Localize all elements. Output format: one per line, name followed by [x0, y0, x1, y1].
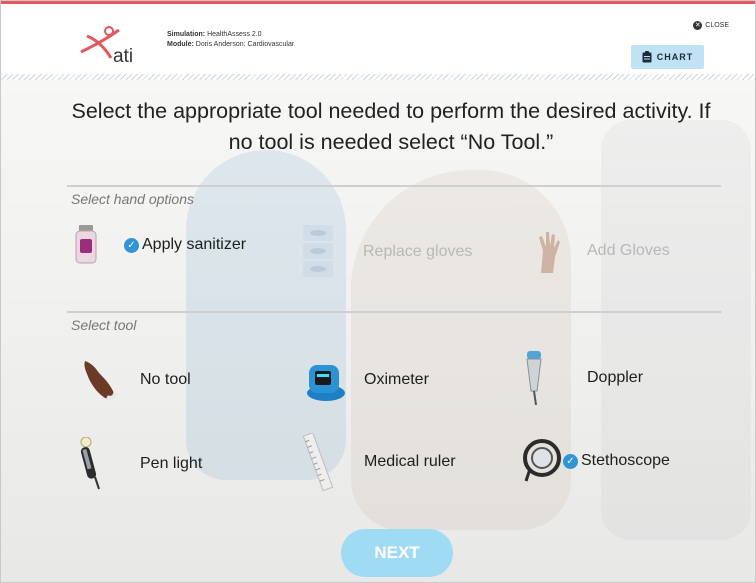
option-label: Apply sanitizer	[142, 236, 247, 253]
option-label: Replace gloves	[363, 243, 473, 260]
glove-box-icon	[303, 225, 333, 277]
option-medical-ruler[interactable]: Medical ruler	[299, 433, 456, 491]
option-label: No tool	[140, 371, 191, 388]
option-label: Oximeter	[364, 371, 429, 388]
chart-button[interactable]: CHART	[631, 45, 704, 69]
selected-check-icon: ✓	[124, 237, 139, 253]
module-label: Module:	[167, 41, 194, 48]
simulation-label: Simulation:	[167, 31, 206, 38]
option-stethoscope[interactable]: ✓ Stethoscope	[522, 439, 670, 483]
stethoscope-icon	[523, 439, 561, 482]
doppler-icon	[526, 351, 542, 405]
hand-section-label: Select hand options	[71, 191, 194, 207]
clipboard-icon	[642, 51, 652, 63]
option-no-tool[interactable]: No tool	[81, 357, 191, 403]
simulation-value: HealthAssess 2.0	[207, 31, 262, 38]
ruler-icon	[302, 433, 334, 491]
pen-light-icon	[80, 437, 100, 490]
hand-icon	[539, 232, 560, 273]
tool-section-label: Select tool	[71, 317, 137, 333]
option-add-gloves[interactable]: Add Gloves	[533, 229, 670, 273]
option-apply-sanitizer[interactable]: ✓ Apply sanitizer	[75, 225, 246, 265]
next-button[interactable]: NEXT	[341, 529, 453, 577]
header: ati Simulation: HealthAssess 2.0 Module:…	[1, 4, 755, 74]
instructions-text: Select the appropriate tool needed to pe…	[71, 99, 711, 154]
oximeter-icon	[307, 365, 345, 401]
ati-logo: ati	[75, 22, 137, 67]
background-nurse	[186, 150, 346, 480]
chart-label: CHART	[656, 52, 694, 62]
module-value: Doris Anderson: Cardiovascular	[195, 41, 295, 48]
option-label: Doppler	[587, 369, 644, 386]
section-divider	[67, 311, 721, 313]
close-label: CLOSE	[705, 22, 729, 29]
simulation-meta: Simulation: HealthAssess 2.0 Module: Dor…	[167, 30, 294, 50]
option-label: Add Gloves	[587, 242, 670, 259]
sanitizer-icon	[75, 225, 97, 264]
logo-text: ati	[113, 46, 133, 66]
selected-check-icon: ✓	[563, 453, 578, 469]
option-pen-light[interactable]: Pen light	[79, 437, 202, 491]
close-icon: ✕	[693, 21, 703, 30]
option-label: Stethoscope	[581, 452, 670, 469]
option-label: Medical ruler	[364, 453, 456, 470]
ati-logo-icon: ati	[80, 26, 133, 67]
bare-hand-icon	[84, 361, 117, 400]
option-oximeter[interactable]: Oximeter	[305, 357, 429, 403]
option-doppler[interactable]: Doppler	[521, 351, 643, 405]
close-button[interactable]: ✕ CLOSE	[693, 21, 729, 30]
simulation-window: ati Simulation: HealthAssess 2.0 Module:…	[0, 0, 756, 583]
section-divider	[67, 185, 721, 187]
option-label: Pen light	[140, 455, 203, 472]
option-replace-gloves[interactable]: Replace gloves	[301, 223, 472, 281]
